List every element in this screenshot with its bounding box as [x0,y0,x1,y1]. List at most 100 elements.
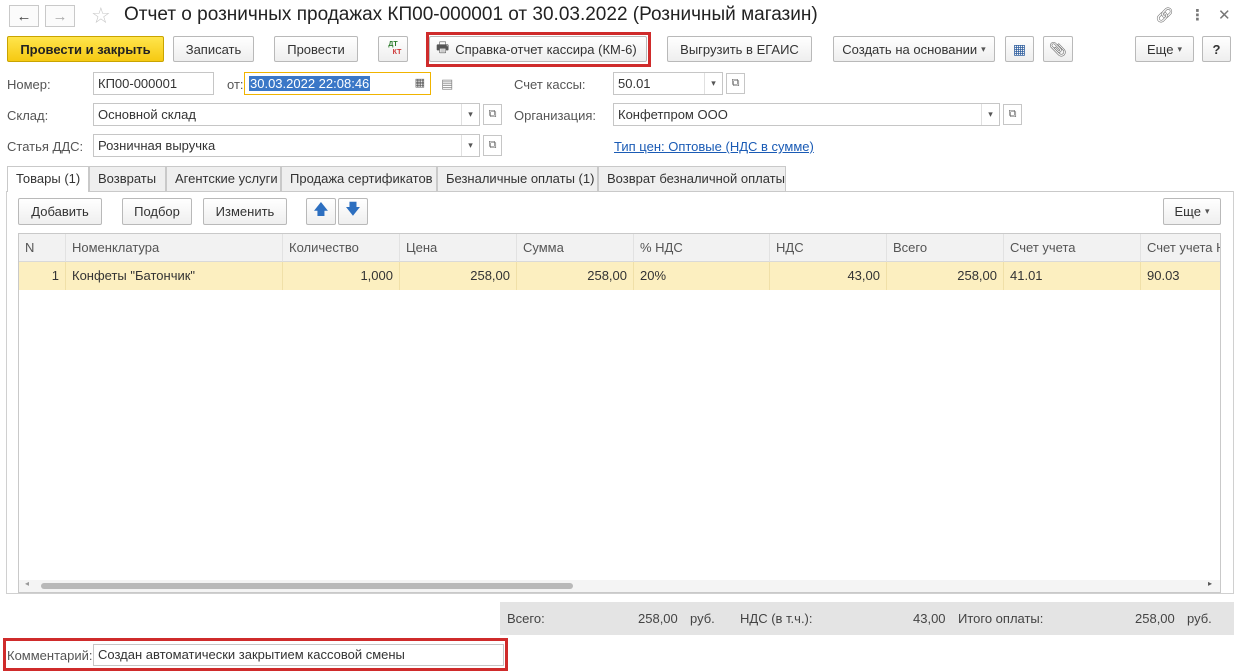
open-organization-button[interactable]: ⧉ [1003,104,1022,125]
more-label: Еще [1147,41,1174,57]
vat-label: НДС (в т.ч.): [740,611,813,626]
scrollbar-thumb[interactable] [41,583,573,589]
date-value: 30.03.2022 22:08:46 [249,76,371,91]
comment-history-icon[interactable]: ▤ [441,76,453,92]
help-button[interactable]: ? [1202,36,1231,62]
table-cell-vat-rate[interactable]: 20% [634,262,770,290]
table-more-button[interactable]: Еще [1163,198,1221,225]
move-down-button[interactable]: 🡇︎ [338,198,368,225]
open-icon: ⧉ [731,77,740,89]
total-label: Всего: [507,611,545,626]
save-button[interactable]: Записать [173,36,254,62]
calendar-icon[interactable]: ▦ [415,76,425,89]
table-more-label: Еще [1174,204,1201,219]
change-button[interactable]: Изменить [203,198,287,225]
chevron-down-icon[interactable]: ▾ [981,104,999,125]
warehouse-field[interactable]: Основной склад ▾ [93,103,480,126]
table-cell-quantity[interactable]: 1,000 [283,262,400,290]
create-based-on-button[interactable]: Создать на основании [833,36,995,62]
tab-cashless-payments[interactable]: Безналичные оплаты (1) [437,166,598,191]
table-cell-price[interactable]: 258,00 [400,262,517,290]
column-header-vat[interactable]: НДС [770,234,887,262]
table-cell-account-vat[interactable]: 90.03 [1141,262,1220,290]
cash-account-field[interactable]: 50.01 ▾ [613,72,723,95]
tab-certificate-sales[interactable]: Продажа сертификатов [281,166,437,191]
date-field[interactable]: 30.03.2022 22:08:46 ▦ [244,72,431,95]
column-header-price[interactable]: Цена [400,234,517,262]
close-icon[interactable]: ✕ [1218,6,1231,24]
column-header-total[interactable]: Всего [887,234,1004,262]
add-row-button[interactable]: Добавить [18,198,102,225]
dds-field[interactable]: Розничная выручка ▾ [93,134,480,157]
chevron-down-icon[interactable]: ▾ [461,135,479,156]
table-cell-account[interactable]: 41.01 [1004,262,1141,290]
column-header-n[interactable]: N [19,234,66,262]
column-header-nomenclature[interactable]: Номенклатура [66,234,283,262]
dt-kt-button[interactable]: ДТ КТ [378,36,408,62]
tab-cashless-refunds[interactable]: Возврат безналичной оплаты [598,166,786,191]
dds-label: Статья ДДС: [7,139,84,154]
column-header-sum[interactable]: Сумма [517,234,634,262]
post-and-close-button[interactable]: Провести и закрыть [7,36,164,62]
chevron-down-icon[interactable]: ▾ [704,73,722,94]
more-button[interactable]: Еще [1135,36,1194,62]
tab-returns[interactable]: Возвраты [89,166,166,191]
warehouse-label: Склад: [7,108,49,123]
organization-value: Конфетпром ООО [618,107,728,122]
total-currency: руб. [690,611,715,626]
table-cell-vat[interactable]: 43,00 [770,262,887,290]
favorite-star-icon[interactable]: ☆ [91,3,111,29]
forward-button[interactable]: → [45,5,75,27]
highlight-frame [426,32,651,67]
column-header-quantity[interactable]: Количество [283,234,400,262]
pick-button[interactable]: Подбор [122,198,192,225]
price-type-link[interactable]: Тип цен: Оптовые (НДС в сумме) [614,139,814,154]
comment-highlight-frame [3,638,508,671]
arrow-down-icon: 🡇︎ [345,201,361,218]
open-dds-button[interactable]: ⧉ [483,135,502,156]
arrow-left-icon: ← [16,7,32,25]
column-header-account-vat[interactable]: Счет учета Н [1141,234,1220,262]
structure-button[interactable]: ▦ [1005,36,1034,62]
tab-agent-services[interactable]: Агентские услуги [166,166,281,191]
horizontal-scrollbar[interactable]: ◂ ▸ [19,579,1220,592]
open-cash-account-button[interactable]: ⧉ [726,73,745,94]
open-warehouse-button[interactable]: ⧉ [483,104,502,125]
attach-button[interactable]: 📎︎ [1043,36,1073,62]
organization-field[interactable]: Конфетпром ООО ▾ [613,103,1000,126]
arrow-up-icon: 🡅︎ [313,201,329,218]
scroll-right-icon[interactable]: ▸ [1208,579,1212,588]
window-title: Отчет о розничных продажах КП00-000001 о… [124,4,818,25]
egais-button[interactable]: Выгрузить в ЕГАИС [667,36,812,62]
number-field[interactable]: КП00-000001 [93,72,214,95]
table-cell-n[interactable]: 1 [19,262,66,290]
paperclip-icon: 📎︎ [1049,40,1067,57]
open-icon: ⧉ [1008,108,1017,120]
scroll-left-icon[interactable]: ◂ [25,579,29,588]
table-cell-nomenclature[interactable]: Конфеты "Батончик" [66,262,283,290]
chevron-down-icon[interactable]: ▾ [461,104,479,125]
column-header-vat-rate[interactable]: % НДС [634,234,770,262]
goods-table: N Номенклатура Количество Цена Сумма % Н… [18,233,1221,593]
table-cell-sum[interactable]: 258,00 [517,262,634,290]
column-header-account[interactable]: Счет учета [1004,234,1141,262]
move-up-button[interactable]: 🡅︎ [306,198,336,225]
total-value: 258,00 [638,611,678,626]
open-icon: ⧉ [488,139,497,151]
tab-goods[interactable]: Товары (1) [7,166,89,192]
post-button[interactable]: Провести [274,36,358,62]
more-menu-icon[interactable]: ⋮ [1190,6,1205,24]
warehouse-value: Основной склад [98,107,196,122]
arrow-right-icon: → [52,7,68,25]
number-label: Номер: [7,77,51,92]
date-label: от: [227,77,244,92]
dds-value: Розничная выручка [98,138,216,153]
dt-icon-text: ДТ [388,41,398,48]
back-button[interactable]: ← [9,5,39,27]
link-icon[interactable]: 🔗︎ [1155,6,1174,24]
cash-account-label: Счет кассы: [514,77,586,92]
organization-label: Организация: [514,108,597,123]
table-cell-total[interactable]: 258,00 [887,262,1004,290]
document-structure-icon: ▦ [1012,40,1027,57]
paid-value: 258,00 [1135,611,1175,626]
